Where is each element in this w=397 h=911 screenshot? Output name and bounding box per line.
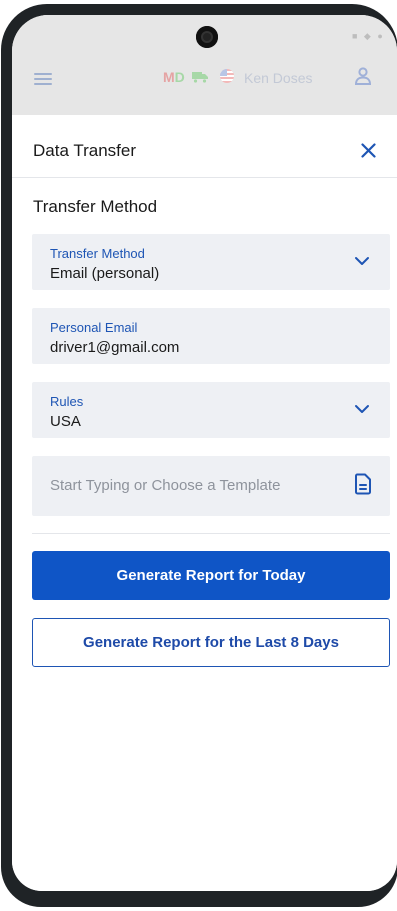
personal-email-field[interactable]: Personal Email driver1@gmail.com xyxy=(32,308,390,364)
truck-icon xyxy=(192,72,208,83)
personal-email-value: driver1@gmail.com xyxy=(50,339,180,356)
hamburger-menu-icon[interactable] xyxy=(34,73,52,85)
phone-mockup: ■ ◆ ● MD Ken Doses Data Transfer Transfe… xyxy=(0,0,397,911)
transfer-method-select[interactable]: Transfer Method Email (personal) xyxy=(32,234,390,290)
user-name[interactable]: Ken Doses xyxy=(244,70,312,86)
screen: ■ ◆ ● MD Ken Doses Data Transfer Transfe… xyxy=(12,15,397,891)
chevron-down-icon xyxy=(355,405,369,413)
chevron-down-icon xyxy=(355,257,369,265)
state-badge-m: M xyxy=(163,69,175,85)
sheet-title: Data Transfer xyxy=(33,141,136,160)
template-input[interactable]: Start Typing or Choose a Template xyxy=(32,456,390,516)
app-header: ■ ◆ ● MD Ken Doses xyxy=(12,15,397,115)
header-divider xyxy=(12,177,397,178)
template-placeholder: Start Typing or Choose a Template xyxy=(50,477,281,494)
buttons-divider xyxy=(32,533,390,534)
front-camera xyxy=(196,26,218,48)
rules-label: Rules xyxy=(50,394,84,409)
generate-report-today-button[interactable]: Generate Report for Today xyxy=(32,551,390,600)
close-icon xyxy=(360,142,376,158)
state-badge-d: D xyxy=(174,69,185,85)
state-badge: MD xyxy=(163,69,185,85)
personal-email-label: Personal Email xyxy=(50,320,138,335)
document-icon[interactable] xyxy=(354,473,372,495)
transfer-method-value: Email (personal) xyxy=(50,265,160,282)
generate-report-last-8-days-button[interactable]: Generate Report for the Last 8 Days xyxy=(32,618,390,667)
status-icons: ■ ◆ ● xyxy=(352,31,385,41)
data-transfer-sheet: Data Transfer Transfer Method Transfer M… xyxy=(12,115,397,891)
us-flag-icon xyxy=(220,69,234,83)
rules-select[interactable]: Rules USA xyxy=(32,382,390,438)
user-icon[interactable] xyxy=(354,67,372,85)
close-button[interactable] xyxy=(357,139,379,161)
section-title: Transfer Method xyxy=(33,197,158,216)
rules-value: USA xyxy=(50,413,81,430)
transfer-method-label: Transfer Method xyxy=(50,246,145,261)
